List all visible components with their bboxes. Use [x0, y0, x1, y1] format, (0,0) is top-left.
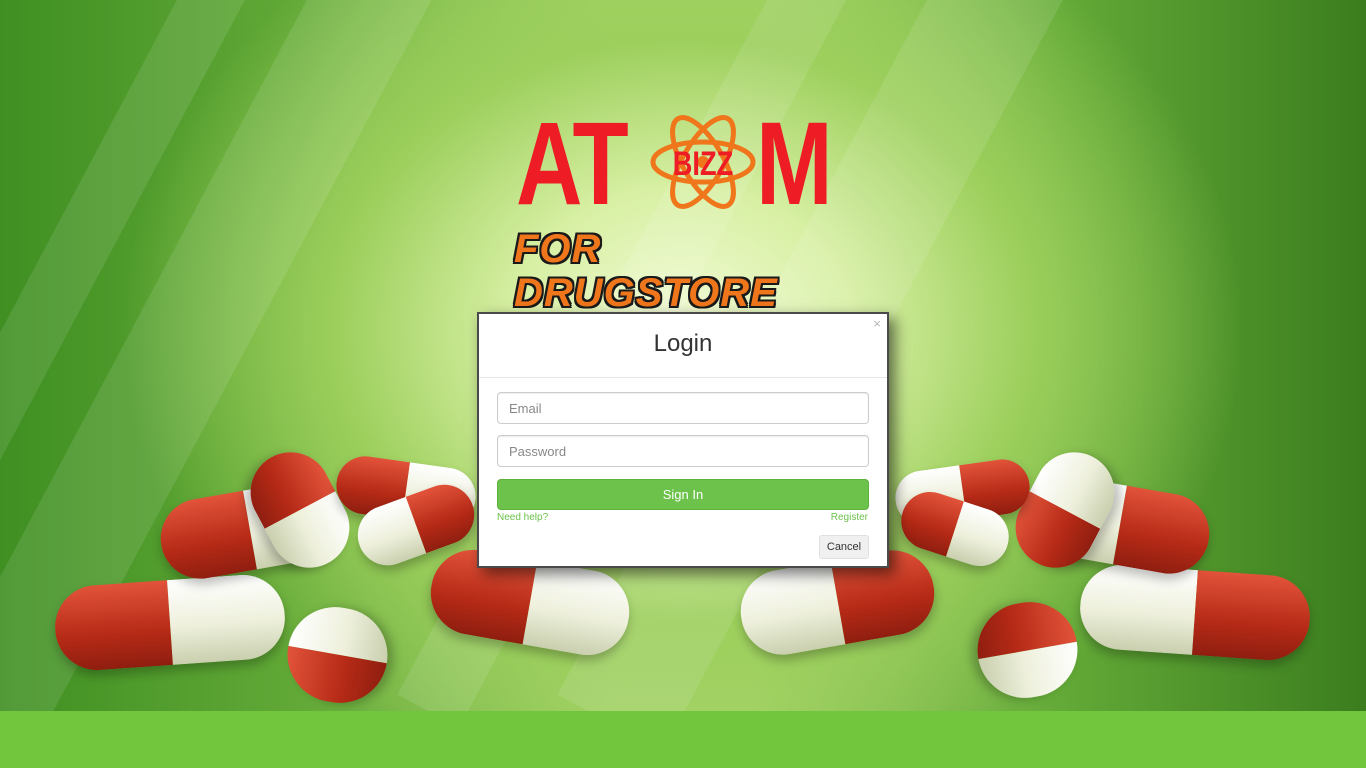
footer-bar: [0, 711, 1366, 768]
password-field[interactable]: [497, 435, 869, 467]
pill-image: [970, 594, 1085, 706]
logo-badge-bizz: BIZZ: [672, 145, 734, 183]
logo-text-m: M: [756, 98, 833, 230]
login-modal: × Login Sign In Need help? Register Canc…: [477, 312, 889, 568]
cancel-button[interactable]: Cancel: [819, 535, 869, 559]
pill-image: [52, 572, 288, 673]
email-field[interactable]: [497, 392, 869, 424]
divider: [479, 377, 887, 378]
brand-logo: AT BIZZ M FOR DRUGSTORE: [510, 98, 855, 315]
logo-subtitle: FOR DRUGSTORE: [514, 227, 778, 315]
close-icon[interactable]: ×: [873, 316, 881, 331]
modal-title: Login: [653, 330, 713, 357]
need-help-link[interactable]: Need help?: [497, 512, 548, 523]
sign-in-button[interactable]: Sign In: [497, 479, 869, 510]
pill-image: [280, 599, 395, 711]
register-link[interactable]: Register: [831, 512, 868, 523]
logo-text-at: AT: [516, 98, 629, 230]
